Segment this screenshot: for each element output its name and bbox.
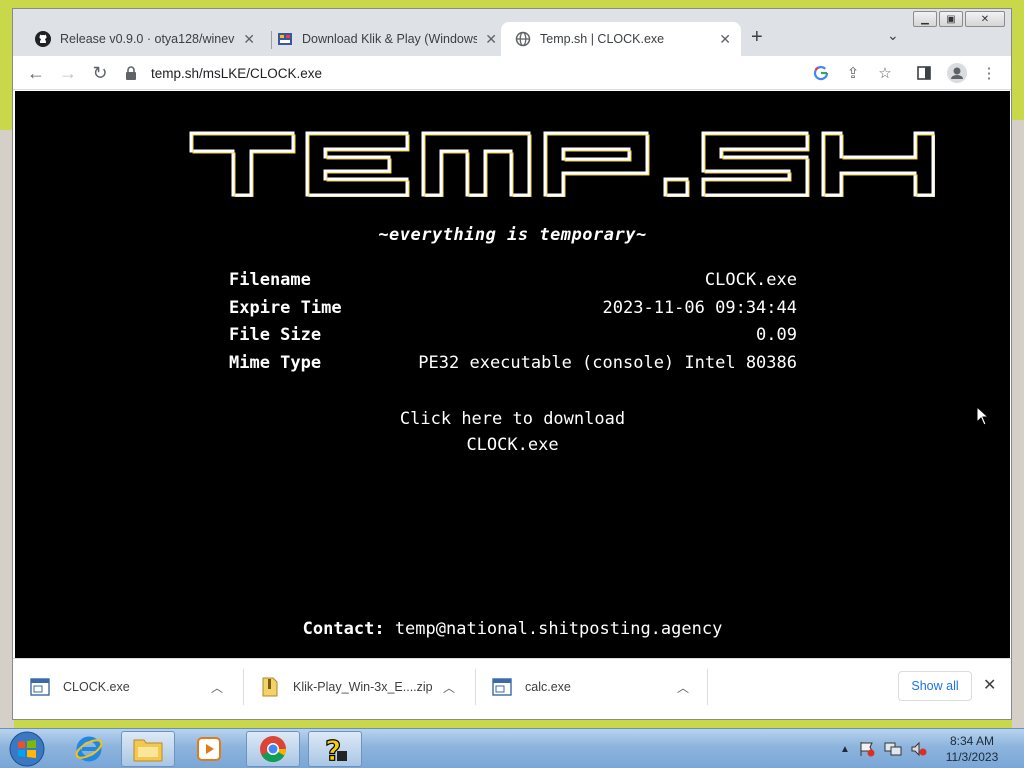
show-all-button[interactable]: Show all (898, 671, 972, 701)
page-content: ~everything is temporary~ Filename CLOCK… (15, 91, 1010, 658)
file-info-table: Filename CLOCK.exe Expire Time 2023-11-0… (229, 267, 797, 377)
bookmark-star-icon[interactable]: ☆ (874, 62, 896, 84)
volume-muted-icon[interactable] (910, 741, 928, 757)
reload-icon[interactable]: ↻ (89, 62, 111, 84)
info-row-file-size: File Size 0.09 (229, 322, 797, 350)
menu-kebab-icon[interactable]: ⋮ (978, 62, 1000, 84)
info-row-expire-time: Expire Time 2023-11-06 09:34:44 (229, 295, 797, 323)
tab-search-chevron-icon[interactable]: ⌄ (887, 27, 899, 44)
chrome-icon[interactable] (246, 731, 300, 767)
mouse-cursor-icon (976, 406, 990, 426)
tab-temp-sh[interactable]: Temp.sh | CLOCK.exe ✕ (501, 22, 741, 56)
info-key: Expire Time (229, 297, 342, 318)
chevron-up-icon[interactable]: ︿ (211, 679, 223, 696)
info-row-mime-type: Mime Type PE32 executable (console) Inte… (229, 350, 797, 378)
windows-logo-icon (9, 731, 45, 767)
close-tab-icon[interactable]: ✕ (719, 31, 731, 48)
media-player-icon[interactable] (182, 731, 236, 767)
info-key: File Size (229, 325, 322, 345)
download-filename: calc.exe (525, 680, 571, 694)
address-bar[interactable]: temp.sh/msLKE/CLOCK.exe (125, 59, 865, 87)
info-row-filename: Filename CLOCK.exe (229, 267, 797, 295)
temp-sh-logo (189, 131, 935, 197)
tagline: ~everything is temporary~ (378, 225, 647, 245)
lock-icon (125, 66, 139, 80)
google-translate-icon[interactable] (810, 62, 832, 84)
tab-strip: Release v0.9.0 · otya128/winevdm ✕ Downl… (13, 9, 1011, 56)
browser-window: Release v0.9.0 · otya128/winevdm ✕ Downl… (12, 8, 1012, 720)
network-icon[interactable] (884, 741, 902, 757)
clock-date: 11/3/2023 (945, 750, 999, 764)
download-link-line1[interactable]: Click here to download (15, 406, 1010, 432)
exe-file-icon (491, 676, 513, 698)
exe-file-icon (29, 676, 51, 698)
contact-line: Contact: temp@national.shitposting.agenc… (15, 619, 1010, 639)
tab-label: Release v0.9.0 · otya128/winevdm (60, 32, 235, 46)
download-filename: CLOCK.exe (63, 680, 130, 694)
internet-explorer-icon[interactable] (62, 731, 116, 767)
info-value: 0.09 (756, 325, 797, 345)
contact-label: Contact: (302, 619, 385, 639)
file-explorer-icon[interactable] (121, 731, 175, 767)
window-controls: ▁ ▣ ✕ (913, 11, 1005, 27)
klik-play-app-icon[interactable]: ? (308, 731, 362, 767)
tab-label: Temp.sh | CLOCK.exe (540, 32, 665, 46)
download-item-calc[interactable]: calc.exe ︿ (491, 659, 705, 715)
browser-toolbar: ← → ↻ temp.sh/msLKE/CLOCK.exe ⇪ ☆ ⋮ (13, 56, 1011, 90)
taskbar-clock[interactable]: 8:34 AM 11/3/2023 (932, 733, 1012, 765)
chevron-up-icon[interactable]: ︿ (443, 679, 455, 696)
close-window-button[interactable]: ✕ (965, 11, 1005, 27)
close-tab-icon[interactable]: ✕ (485, 31, 497, 48)
download-filename: Klik-Play_Win-3x_E....zip (293, 680, 433, 694)
new-tab-button[interactable]: + (751, 26, 763, 49)
clock-time: 8:34 AM (949, 734, 995, 748)
forward-arrow-icon[interactable]: → (57, 62, 79, 84)
url-text: temp.sh/msLKE/CLOCK.exe (151, 65, 323, 81)
tab-klik-play[interactable]: Download Klik & Play (Windows) ✕ (263, 22, 507, 56)
close-shelf-icon[interactable]: ✕ (983, 675, 996, 695)
windows-taskbar: ? ▲ 8:34 AM 11/3/2023 (0, 728, 1024, 768)
download-shelf: CLOCK.exe ︿ Klik-Play_Win-3x_E....zip ︿ … (13, 658, 1011, 714)
desktop-right-edge (1012, 0, 1024, 730)
info-value: PE32 executable (console) Intel 80386 (418, 352, 797, 373)
tab-label: Download Klik & Play (Windows) (302, 32, 477, 46)
show-hidden-icons-icon[interactable]: ▲ (840, 744, 850, 755)
side-panel-icon[interactable] (913, 62, 935, 84)
download-item-clock[interactable]: CLOCK.exe ︿ (29, 659, 243, 715)
download-link[interactable]: Click here to download CLOCK.exe (15, 406, 1010, 458)
info-key: Filename (229, 270, 311, 290)
info-key: Mime Type (229, 352, 322, 373)
start-button[interactable] (4, 729, 50, 768)
contact-email[interactable]: temp@national.shitposting.agency (395, 619, 723, 639)
zip-file-icon (259, 676, 281, 698)
back-arrow-icon[interactable]: ← (25, 62, 47, 84)
tab-winevdm[interactable]: Release v0.9.0 · otya128/winevdm ✕ (21, 22, 265, 56)
share-icon[interactable]: ⇪ (842, 62, 864, 84)
profile-avatar-icon[interactable] (946, 62, 968, 84)
globe-icon (515, 31, 531, 47)
info-value: 2023-11-06 09:34:44 (602, 297, 797, 318)
close-tab-icon[interactable]: ✕ (243, 31, 255, 48)
klik-play-icon (277, 31, 293, 47)
minimize-button[interactable]: ▁ (913, 11, 937, 27)
download-link-filename[interactable]: CLOCK.exe (15, 432, 1010, 458)
chevron-up-icon[interactable]: ︿ (677, 679, 689, 696)
system-tray: ▲ (840, 729, 928, 768)
github-icon (35, 31, 51, 47)
info-value: CLOCK.exe (704, 270, 797, 290)
action-center-flag-icon[interactable] (858, 741, 876, 757)
download-item-klik-play[interactable]: Klik-Play_Win-3x_E....zip ︿ (259, 659, 473, 715)
maximize-button[interactable]: ▣ (939, 11, 963, 27)
